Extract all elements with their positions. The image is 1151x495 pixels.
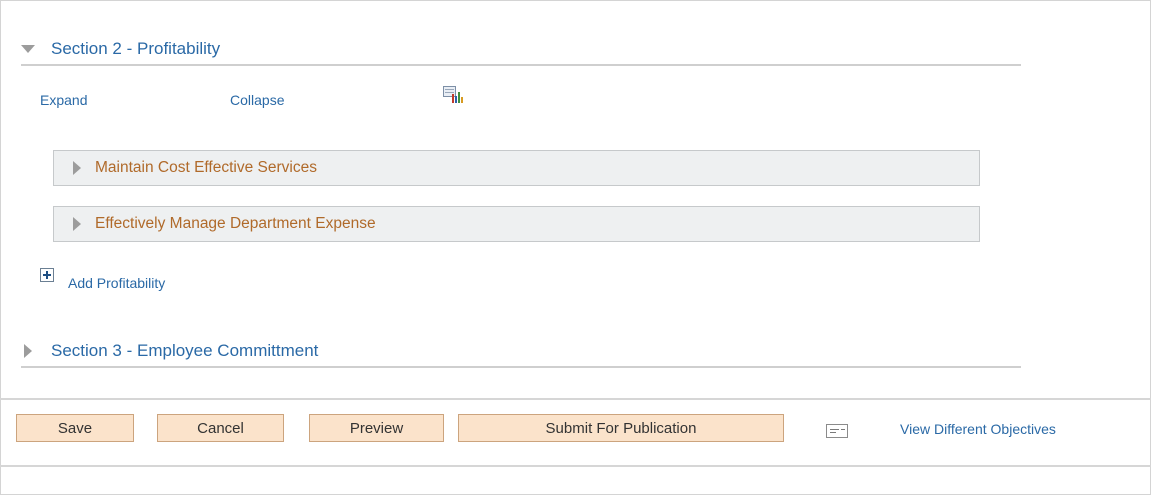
objective-label: Effectively Manage Department Expense bbox=[95, 215, 376, 232]
section-3-header[interactable]: Section 3 - Employee Committment bbox=[21, 336, 1021, 368]
chart-icon[interactable] bbox=[443, 86, 465, 104]
add-plus-icon[interactable] bbox=[40, 268, 54, 282]
expand-link[interactable]: Expand bbox=[40, 92, 87, 108]
footer-divider-top bbox=[0, 398, 1151, 400]
section-2-title: Section 2 - Profitability bbox=[51, 39, 221, 58]
view-different-objectives-link[interactable]: View Different Objectives bbox=[900, 421, 1056, 437]
collapse-link[interactable]: Collapse bbox=[230, 92, 284, 108]
section-3-title: Section 3 - Employee Committment bbox=[51, 341, 319, 360]
objective-label: Maintain Cost Effective Services bbox=[95, 159, 317, 176]
cancel-button[interactable]: Cancel bbox=[157, 414, 284, 442]
preview-button[interactable]: Preview bbox=[309, 414, 444, 442]
triangle-right-icon bbox=[21, 344, 35, 358]
triangle-down-icon bbox=[21, 42, 35, 56]
section-2-header[interactable]: Section 2 - Profitability bbox=[21, 34, 1021, 66]
add-profitability-link[interactable]: Add Profitability bbox=[68, 275, 165, 291]
triangle-right-icon bbox=[73, 161, 81, 175]
footer-divider-bottom bbox=[0, 465, 1151, 467]
save-button[interactable]: Save bbox=[16, 414, 134, 442]
submit-for-publication-button[interactable]: Submit For Publication bbox=[458, 414, 784, 442]
card-icon[interactable] bbox=[826, 424, 848, 438]
triangle-right-icon bbox=[73, 217, 81, 231]
objective-row[interactable]: Effectively Manage Department Expense bbox=[53, 206, 980, 242]
objective-row[interactable]: Maintain Cost Effective Services bbox=[53, 150, 980, 186]
